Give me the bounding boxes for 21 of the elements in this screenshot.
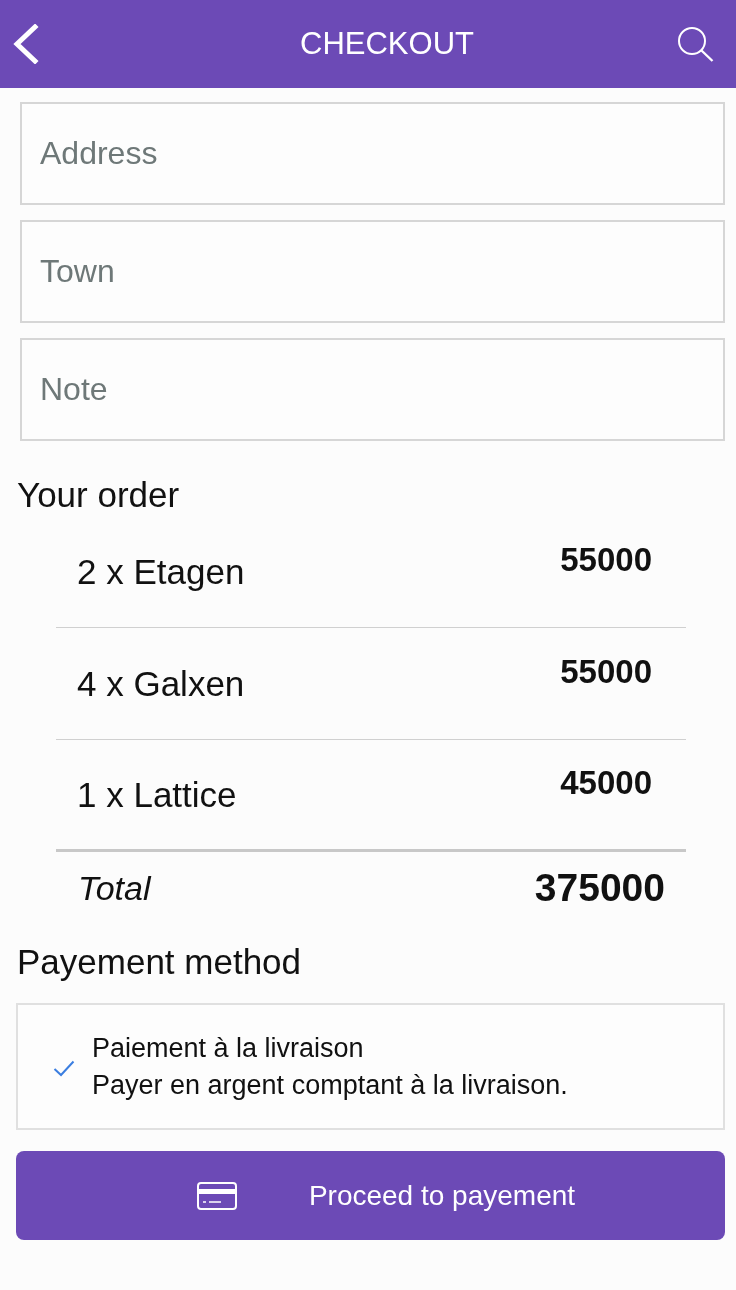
input-field[interactable]: Note <box>20 338 725 441</box>
payment-method-option[interactable]: Paiement à la livraison Payer en argent comptant à la livraison. <box>16 1003 725 1130</box>
input-field[interactable]: Town <box>20 220 725 323</box>
total-label: Total <box>78 868 151 908</box>
total-amount: 375000 <box>534 866 665 910</box>
order-item-price: 55000 <box>560 540 652 579</box>
back-chevron-icon[interactable] <box>11 24 39 64</box>
order-item-price: 55000 <box>560 652 652 691</box>
order-item-name: 2 x Etagen <box>77 551 245 592</box>
order-item-name: 1 x Lattice <box>77 774 237 815</box>
input-field[interactable]: Address <box>20 102 725 205</box>
page-title: CHECKOUT <box>300 26 474 62</box>
proceed-to-payment-button[interactable]: Proceed to payement <box>16 1151 725 1240</box>
payment-method-description: Payer en argent comptant à la livraison. <box>92 1068 568 1102</box>
search-icon[interactable] <box>677 26 714 62</box>
payment-method-title: Paiement à la livraison <box>92 1031 365 1065</box>
order-item-price: 45000 <box>560 763 652 802</box>
section-heading: Your order <box>17 477 180 513</box>
order-item-name: 4 x Galxen <box>77 663 245 704</box>
section-heading: Payement method <box>17 944 302 980</box>
credit-card-icon <box>196 1181 237 1210</box>
